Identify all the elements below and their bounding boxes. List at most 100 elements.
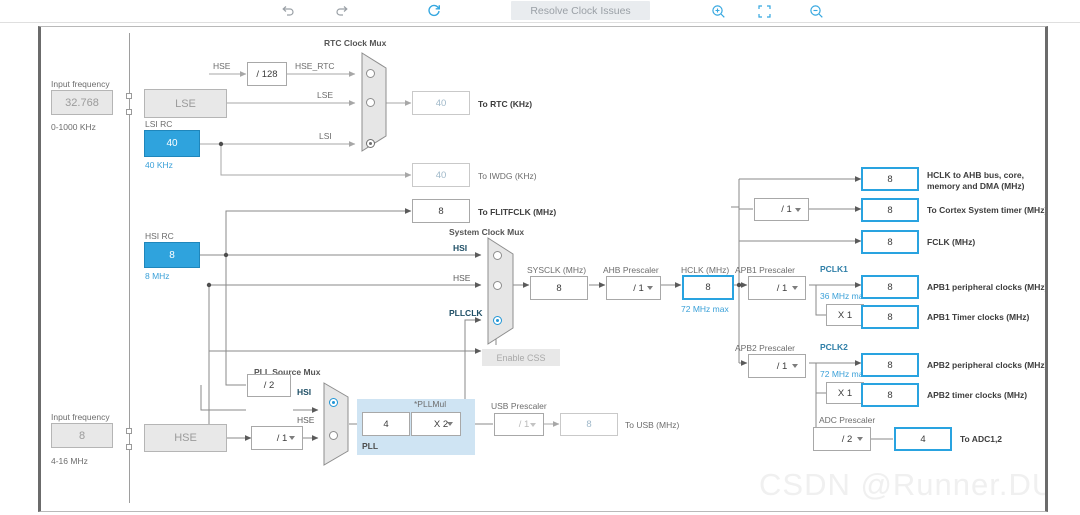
apb1-peripheral-clocks-value[interactable]: 8 xyxy=(861,275,919,299)
hse-oscillator-box[interactable]: HSE xyxy=(144,424,227,452)
fclk-value[interactable]: 8 xyxy=(861,230,919,254)
to-usb-value[interactable]: 8 xyxy=(560,413,618,436)
lse-input-frequency-field[interactable]: 32.768 xyxy=(51,90,113,115)
lse-input-frequency-label: Input frequency xyxy=(51,79,110,89)
sys-mux-input-pllclk: PLLCLK xyxy=(449,308,483,318)
apb1-prescaler-label: APB1 Prescaler xyxy=(735,265,795,275)
apb2-prescaler-label: APB2 Prescaler xyxy=(735,343,795,353)
adc-prescaler-value: / 2 xyxy=(841,433,853,445)
rtc-hse-divider: / 128 xyxy=(247,62,287,86)
hse-range-label: 4-16 MHz xyxy=(51,456,88,466)
to-flitfclk-value[interactable]: 8 xyxy=(412,199,470,223)
to-rtc-value[interactable]: 40 xyxy=(412,91,470,115)
sysclk-value[interactable]: 8 xyxy=(530,276,588,300)
pll-source-mux-shape[interactable] xyxy=(323,382,353,466)
to-iwdg-label: To IWDG (KHz) xyxy=(478,171,537,181)
sys-mux-radio-hsi[interactable] xyxy=(493,251,502,260)
apb1-prescaler-value: / 1 xyxy=(776,282,788,294)
resolve-clock-issues-button[interactable]: Resolve Clock Issues xyxy=(511,1,650,20)
adc-prescaler-select[interactable]: / 2 xyxy=(813,427,871,451)
system-clock-mux-shape[interactable] xyxy=(487,237,519,345)
chevron-down-icon xyxy=(795,207,801,212)
pclk2-label: PCLK2 xyxy=(820,342,848,352)
to-rtc-label: To RTC (KHz) xyxy=(478,99,533,109)
apb2-prescaler-value: / 1 xyxy=(776,360,788,372)
toolbar: Resolve Clock Issues xyxy=(0,0,1080,23)
clock-tree-diagram: Input frequency 32.768 0-1000 KHz LSE LS… xyxy=(41,27,1045,511)
pll-input-value[interactable]: 4 xyxy=(362,412,410,436)
chevron-down-icon xyxy=(792,286,798,290)
pll-hsi-divider: / 2 xyxy=(247,374,291,397)
hclk-ahb-label: HCLK to AHB bus, core, memory and DMA (M… xyxy=(927,170,1025,191)
apb1-timer-multiplier: X 1 xyxy=(826,304,864,326)
rtc-mux-input-lse: LSE xyxy=(317,90,334,100)
rtc-mux-radio-hse-rtc[interactable] xyxy=(366,69,375,78)
cortex-timer-value[interactable]: 8 xyxy=(861,198,919,222)
hse-pin-out xyxy=(126,444,132,450)
hsi-rc-unit: 8 MHz xyxy=(145,271,170,281)
rtc-hse-label: HSE xyxy=(213,61,231,71)
chevron-down-icon xyxy=(530,422,536,427)
clock-configuration-canvas[interactable]: Input frequency 32.768 0-1000 KHz LSE LS… xyxy=(38,26,1048,512)
lse-pin-in xyxy=(126,93,132,99)
chevron-down-icon xyxy=(857,437,863,441)
pll-hse-divider-select[interactable]: / 1 xyxy=(251,426,303,450)
apb1-prescaler-select[interactable]: / 1 xyxy=(748,276,806,300)
zoom-out-icon[interactable] xyxy=(806,2,826,20)
apb2-timer-clocks-value[interactable]: 8 xyxy=(861,383,919,407)
hclk-max-label: 72 MHz max xyxy=(681,304,729,314)
cortex-prescaler-select[interactable]: / 1 xyxy=(754,198,809,221)
watermark-text: CSDN @Runner.DUT xyxy=(759,467,1048,502)
hse-input-frequency-label: Input frequency xyxy=(51,412,110,422)
apb2-peripheral-clocks-value[interactable]: 8 xyxy=(861,353,919,377)
lse-range-label: 0-1000 KHz xyxy=(51,122,96,132)
pll-mux-input-hsi: HSI xyxy=(297,387,312,397)
rtc-mux-radio-lse[interactable] xyxy=(366,98,375,107)
pll-hse-divider-value: / 1 xyxy=(276,432,288,444)
hclk-value[interactable]: 8 xyxy=(682,275,734,300)
rtc-mux-input-lsi: LSI xyxy=(319,131,332,141)
sys-mux-radio-hse[interactable] xyxy=(493,281,502,290)
sys-mux-input-hse: HSE xyxy=(453,273,471,283)
hse-input-frequency-field[interactable]: 8 xyxy=(51,423,113,448)
ahb-prescaler-value: / 1 xyxy=(633,282,644,294)
lse-oscillator-box[interactable]: LSE xyxy=(144,89,227,118)
apb2-timer-multiplier: X 1 xyxy=(826,382,864,404)
lsi-rc-title: LSI RC xyxy=(145,119,173,129)
rtc-mux-radio-lsi[interactable] xyxy=(366,139,375,148)
apb2-prescaler-select[interactable]: / 1 xyxy=(748,354,806,378)
pll-mux-radio-hsi[interactable] xyxy=(329,398,338,407)
apb1-timer-clocks-label: APB1 Timer clocks (MHz) xyxy=(927,312,1030,322)
fit-to-screen-icon[interactable] xyxy=(754,2,774,20)
rtc-clock-mux-title: RTC Clock Mux xyxy=(324,38,387,48)
ahb-prescaler-label: AHB Prescaler xyxy=(603,265,659,275)
hsi-rc-title: HSI RC xyxy=(145,231,174,241)
apb2-peripheral-clocks-label: APB2 peripheral clocks (MHz) xyxy=(927,360,1048,370)
sysclk-label: SYSCLK (MHz) xyxy=(527,265,587,275)
pllmul-select[interactable]: X 2 xyxy=(411,412,461,436)
to-iwdg-value[interactable]: 40 xyxy=(412,163,470,187)
sys-mux-radio-pllclk[interactable] xyxy=(493,316,502,325)
enable-css-button[interactable]: Enable CSS xyxy=(482,349,560,366)
system-clock-mux-title: System Clock Mux xyxy=(449,227,525,237)
undo-icon[interactable] xyxy=(278,2,298,20)
zoom-in-icon[interactable] xyxy=(708,2,728,20)
hse-pin-in xyxy=(126,428,132,434)
reset-icon[interactable] xyxy=(424,2,444,20)
hclk-ahb-value[interactable]: 8 xyxy=(861,167,919,191)
pll-mux-radio-hse[interactable] xyxy=(329,431,338,440)
apb1-timer-clocks-value[interactable]: 8 xyxy=(861,305,919,329)
adc-clock-value[interactable]: 4 xyxy=(894,427,952,451)
chevron-down-icon xyxy=(447,422,453,426)
apb1-peripheral-clocks-label: APB1 peripheral clocks (MHz) xyxy=(927,282,1048,292)
hsi-rc-value[interactable]: 8 xyxy=(144,242,200,268)
ahb-prescaler-select[interactable]: / 1 xyxy=(606,276,661,300)
lsi-rc-value[interactable]: 40 xyxy=(144,130,200,157)
usb-prescaler-label: USB Prescaler xyxy=(491,401,547,411)
usb-prescaler-select[interactable]: / 1 xyxy=(494,413,544,436)
rtc-mux-input-hse-rtc: HSE_RTC xyxy=(295,61,335,71)
redo-icon[interactable] xyxy=(332,2,352,20)
adc-prescaler-label: ADC Prescaler xyxy=(819,415,876,425)
pclk1-label: PCLK1 xyxy=(820,264,848,274)
hclk-label: HCLK (MHz) xyxy=(681,265,730,275)
